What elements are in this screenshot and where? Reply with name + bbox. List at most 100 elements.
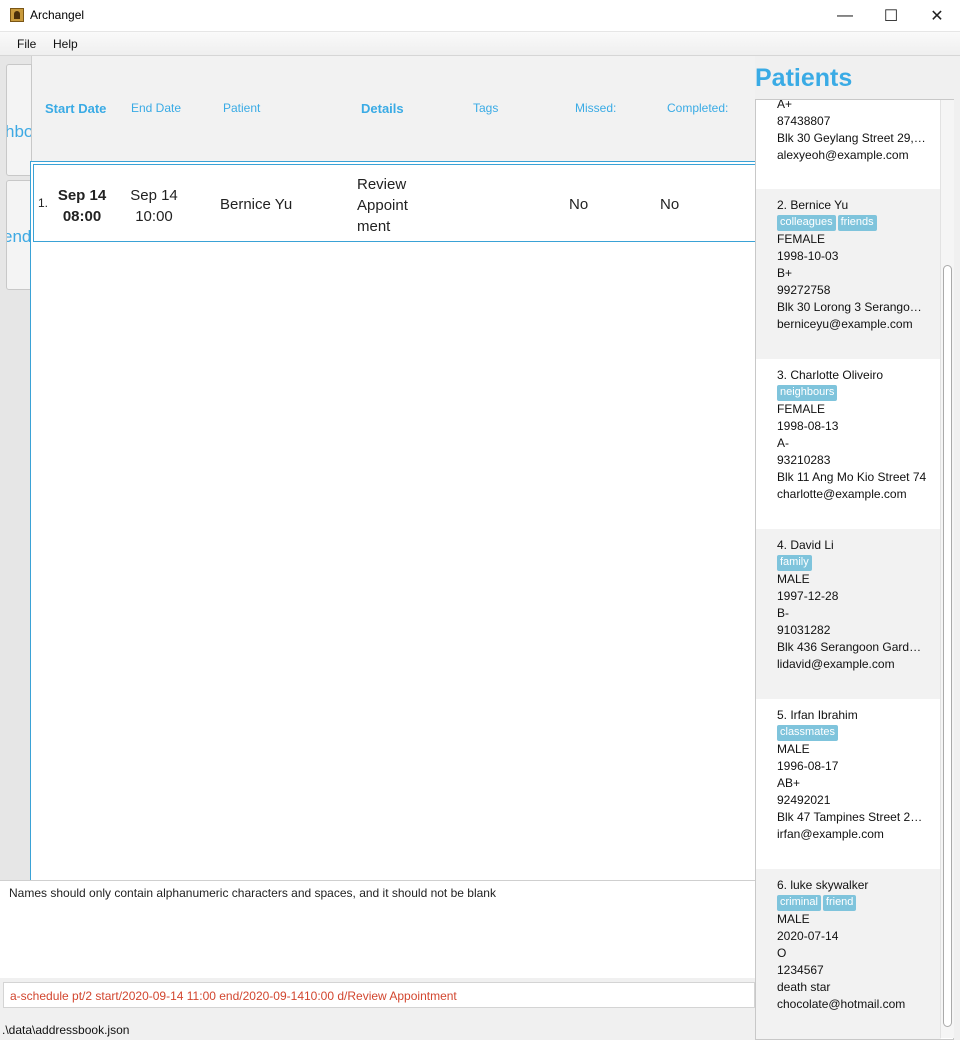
patient-gender: FEMALE [777,402,826,416]
patient-email: chocolate@hotmail.com [777,997,906,1011]
patient-address: Blk 30 Lorong 3 Serangoon Gardens [777,300,927,314]
side-tab-strip: hbo end [0,56,32,882]
patient-address: Blk 47 Tampines Street 20, #17-35 [777,810,927,824]
patient-phone: 91031282 [777,623,831,637]
patient-dob: 2020-07-14 [777,929,839,943]
command-box[interactable]: a-schedule pt/2 start/2020-09-14 11:00 e… [3,982,755,1008]
patient-blood-type: A- [777,436,789,450]
patient-address: death star [777,980,831,994]
header-details[interactable]: Details [361,101,404,116]
patient-name: 5. Irfan Ibrahim [777,708,858,722]
appointment-list[interactable]: 1. Sep 14 08:00 Sep 14 10:00 Bernice Yu … [30,161,758,881]
menu-bar: File Help [0,32,960,56]
patient-name: 6. luke skywalker [777,878,869,892]
scrollbar-thumb[interactable] [943,265,952,1027]
patient-gender: MALE [777,912,810,926]
patient-card[interactable]: 3. Charlotte Oliveiro neighbours FEMALE … [756,359,941,529]
patient-tags: classmates [777,724,941,741]
title-bar: Archangel — ☐ ✕ [0,0,960,32]
patient-tags: family [777,554,941,571]
patient-email: alexyeoh@example.com [777,148,909,162]
patient-phone: 93210283 [777,453,831,467]
tab-dashboard-label: hbo [6,122,32,141]
appointment-details: Review Appoint ment [357,174,408,237]
patient-name: 3. Charlotte Oliveiro [777,368,884,382]
patient-tags: neighbours [777,384,941,401]
appointment-index: 1. [38,196,49,210]
tag: classmates [777,725,839,741]
patient-email: charlotte@example.com [777,487,907,501]
appointment-end: Sep 14 10:00 [126,185,182,227]
patient-dob: 1997-12-28 [777,589,839,603]
patient-blood-type: B+ [777,266,793,280]
patient-tags: criminal friend [777,894,941,911]
menu-file[interactable]: File [17,37,36,51]
status-bar: .\data\addressbook.json [0,1020,755,1040]
patient-address: Blk 30 Geylang Street 29, #06-40 [777,131,927,145]
tag: neighbours [777,385,838,401]
appointment-completed: No [660,196,680,213]
patient-phone: 92492021 [777,793,831,807]
header-completed[interactable]: Completed: [667,101,728,115]
patient-gender: MALE [777,572,810,586]
patient-dob: 1998-08-13 [777,419,839,433]
tag: friends [837,215,877,231]
patient-blood-type: AB+ [777,776,801,790]
window-title: Archangel [30,8,85,22]
patient-list-scrollbar[interactable] [940,100,954,1038]
patient-phone: 1234567 [777,963,824,977]
patient-address: Blk 436 Serangoon Gardens Street 26 [777,640,927,654]
minimize-icon[interactable]: — [822,0,868,32]
tag: friend [822,895,857,911]
patient-phone: 99272758 [777,283,831,297]
appointment-patient: Bernice Yu [220,196,293,213]
header-end-date[interactable]: End Date [131,101,181,115]
patients-title: Patients [755,64,853,92]
header-tags[interactable]: Tags [473,101,498,115]
patient-gender: FEMALE [777,232,826,246]
appointment-details-line: ment [357,218,391,235]
appointment-row[interactable]: 1. Sep 14 08:00 Sep 14 10:00 Bernice Yu … [33,164,758,242]
patient-card[interactable]: 2. Bernice Yu colleagues friends FEMALE … [756,189,941,359]
patient-tags: colleagues friends [777,214,941,231]
patient-card[interactable]: 6. luke skywalker criminal friend MALE 2… [756,869,941,1039]
patient-phone: 87438807 [777,114,831,128]
patient-blood-type: O [777,946,787,960]
header-start-date[interactable]: Start Date [45,101,106,116]
tag: colleagues [777,215,836,231]
patient-address: Blk 11 Ang Mo Kio Street 74 [777,470,927,484]
result-message: Names should only contain alphanumeric c… [9,886,496,900]
appointment-start-day: Sep 14 [57,187,107,204]
tab-dashboard[interactable]: hbo [6,64,32,176]
appointment-start-time: 08:00 [62,208,102,225]
appointment-end-time: 10:00 [135,208,173,225]
menu-help[interactable]: Help [53,37,78,51]
patient-email: berniceyu@example.com [777,317,913,331]
header-missed[interactable]: Missed: [575,101,616,115]
close-icon[interactable]: ✕ [914,0,960,32]
patient-name: 4. David Li [777,538,834,552]
appointment-start: Sep 14 08:00 [54,185,110,227]
command-input[interactable]: a-schedule pt/2 start/2020-09-14 11:00 e… [10,989,457,1003]
result-display[interactable]: Names should only contain alphanumeric c… [0,880,755,978]
save-location: .\data\addressbook.json [2,1023,130,1037]
patient-name: 2. Bernice Yu [777,198,849,212]
tab-calendar-label: end [7,227,32,246]
appointment-end-day: Sep 14 [130,187,178,204]
patient-email: irfan@example.com [777,827,884,841]
app-icon [10,8,24,22]
tag: family [777,555,812,571]
patient-blood-type: A+ [777,99,793,111]
patient-blood-type: B- [777,606,789,620]
appointment-header: Start Date End Date Patient Details Tags… [32,56,755,162]
tab-calendar[interactable]: end [6,180,32,290]
appointment-details-line: Review [357,176,407,193]
patient-card[interactable]: 4. David Li family MALE 1997-12-28 B- 91… [756,529,941,699]
tag: criminal [777,895,821,911]
header-patient[interactable]: Patient [223,101,260,115]
patient-card[interactable]: 5. Irfan Ibrahim classmates MALE 1996-08… [756,699,941,869]
patient-card[interactable]: A+ 87438807 Blk 30 Geylang Street 29, #0… [756,99,941,189]
patient-gender: MALE [777,742,810,756]
patient-list[interactable]: A+ 87438807 Blk 30 Geylang Street 29, #0… [755,99,954,1040]
maximize-icon[interactable]: ☐ [868,0,914,32]
